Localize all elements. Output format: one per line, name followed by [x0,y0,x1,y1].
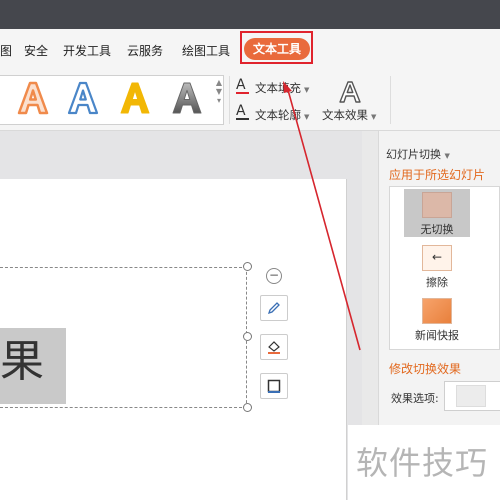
resize-handle[interactable] [243,262,252,271]
text-outline-color-bar [236,118,249,120]
wordart-a-icon [17,81,49,115]
ribbon-divider [390,76,391,124]
text-fill-color-bar [236,92,249,94]
wipe-arrow-icon: ← [422,245,452,271]
wordart-style-yellow[interactable] [118,80,152,125]
text-outline-icon: A [236,103,246,119]
title-bar [0,0,500,29]
watermark: 软件技巧 [356,444,489,482]
transition-thumb-icon [422,298,452,324]
wordart-a-icon [67,81,99,115]
transition-label: 擦除 [426,276,448,289]
transition-none[interactable]: 无切换 [404,192,470,237]
paint-bucket-icon [268,341,280,354]
panel-title-label: 幻灯片切换 [386,148,441,161]
resize-handle[interactable] [243,403,252,412]
text-outline-button[interactable]: 文本轮廓 ▼ [255,107,309,123]
transition-thumb-icon [422,192,452,218]
modify-transition-label: 修改切换效果 [389,362,462,376]
text-fill-label: 文本填充 [255,81,301,95]
fill-button[interactable] [260,334,288,360]
apply-to-selected-label: 应用于所选幻灯片 [389,168,486,182]
menu-item-drawing-tools[interactable]: 绘图工具 [182,42,230,59]
menu-item-security[interactable]: 安全 [24,42,48,59]
wordart-a-icon [120,82,150,114]
ribbon-divider [229,76,230,124]
highlight-box [240,31,313,64]
pen-icon [267,302,280,315]
menu-item-view[interactable]: 图 [0,42,12,59]
transition-label: 新闻快报 [415,329,459,342]
wordart-style-gray[interactable] [170,80,204,125]
text-fill-icon: A [236,77,246,93]
frame-icon [267,379,281,393]
collapse-icon[interactable]: − [266,268,282,284]
text-effect-a-icon [339,81,361,103]
transition-label: 无切换 [420,223,454,236]
panel-title[interactable]: 幻灯片切换 ▼ [386,146,450,162]
chevron-down-icon: ▼ [444,152,450,160]
menu-item-cloud-services[interactable]: 云服务 [127,42,163,59]
wordart-a-icon [172,82,202,114]
resize-handle[interactable] [243,332,252,341]
text-outline-label: 文本轮廓 [255,108,301,122]
text-effect-label: 文本效果 [322,108,368,122]
text-box-selection[interactable] [0,267,247,408]
chevron-down-icon: ▼ [371,113,377,121]
transition-wipe[interactable]: ← 擦除 [404,245,470,290]
wordart-style-orange[interactable] [16,80,50,125]
gallery-scroll-icon[interactable]: ▲ ▼ ▾ [214,78,224,122]
edit-style-button[interactable] [260,295,288,321]
transition-newsflash[interactable]: 新闻快报 [404,298,470,343]
text-effect-icon [338,80,362,110]
wordart-style-blue[interactable] [66,80,100,125]
chevron-down-icon: ▼ [304,113,310,121]
effect-option-thumb [456,385,486,407]
chevron-down-icon: ▼ [304,86,310,94]
text-fill-button[interactable]: 文本填充 ▼ [255,80,309,96]
effect-option-label: 效果选项: [391,392,439,405]
text-effect-button[interactable]: 文本效果 ▼ [322,107,376,123]
menu-item-developer-tools[interactable]: 开发工具 [63,42,111,59]
outline-button[interactable] [260,373,288,399]
